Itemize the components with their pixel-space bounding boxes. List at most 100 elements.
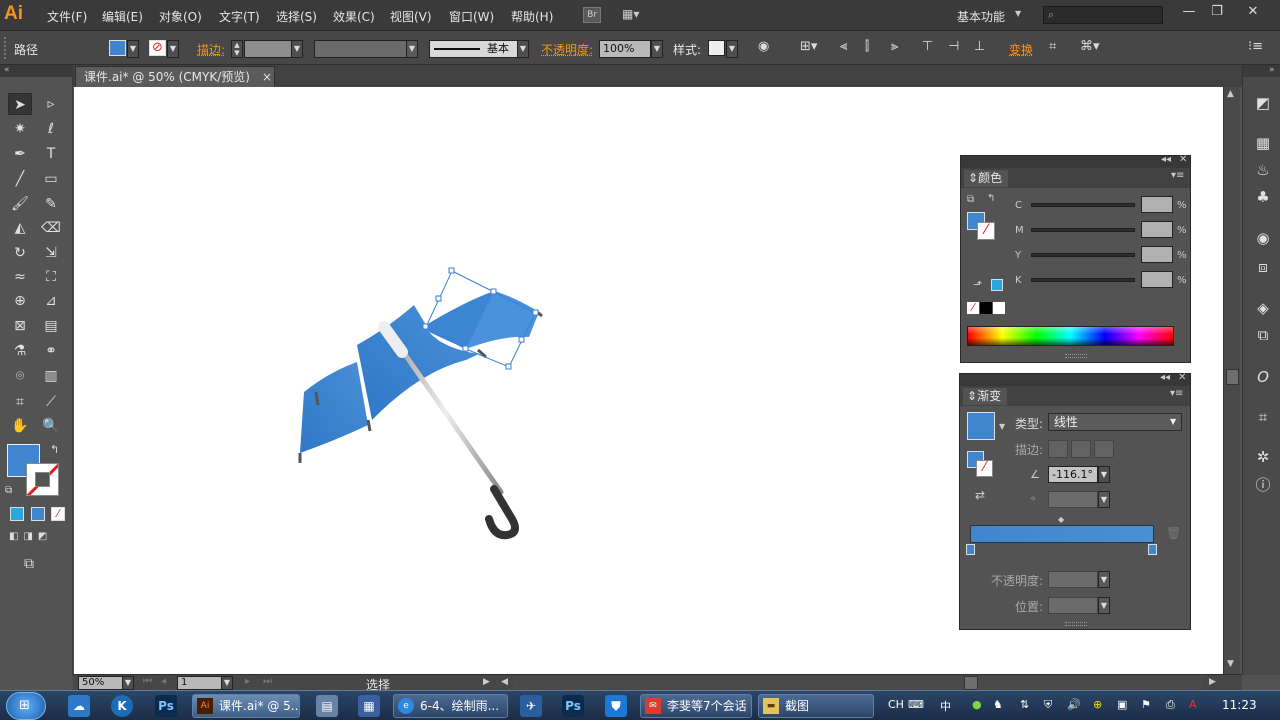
color-panel-resize-grip[interactable] <box>1065 354 1087 358</box>
panel-stroke-swatch[interactable]: ⁄ <box>977 222 995 240</box>
out-of-gamut-icon[interactable]: ⬏ <box>973 278 982 291</box>
gradient-mode-button[interactable] <box>31 507 45 521</box>
tray-network-icon[interactable]: ⇅ <box>1020 698 1029 711</box>
appearance-icon[interactable]: ◉ <box>1253 228 1273 248</box>
scroll-up-icon[interactable]: ▲ <box>1227 89 1234 99</box>
default-fill-stroke-icon[interactable]: ⧉ <box>5 485 12 496</box>
mesh-tool-icon[interactable]: ⊠ <box>8 315 32 337</box>
gradient-preview-swatch[interactable] <box>967 412 995 440</box>
document-tab[interactable]: 课件.ai* @ 50% (CMYK/预览) × <box>75 66 275 87</box>
menu-window[interactable]: 窗口(W) <box>449 8 494 25</box>
menu-type[interactable]: 文字(T) <box>219 8 260 25</box>
reverse-gradient-icon[interactable]: ⇄ <box>975 488 985 502</box>
aspect-ratio-field[interactable] <box>1048 491 1098 508</box>
symbol-sprayer-tool-icon[interactable]: ⌾ <box>8 365 32 387</box>
gradient-stroke-swatch[interactable]: ⁄ <box>976 460 993 477</box>
gradient-preset-dropdown-icon[interactable]: ▼ <box>999 422 1005 431</box>
isolate-object-icon[interactable]: ⌗ <box>1049 39 1056 54</box>
gradient-panel-resize-grip[interactable] <box>1065 622 1087 626</box>
tray-security-icon[interactable]: ⛨ <box>1044 698 1052 712</box>
taskbar-qq-window[interactable]: ✉ 李斐等7个会话 <box>640 694 752 718</box>
channel-y-value[interactable] <box>1141 246 1173 263</box>
graphic-styles-icon[interactable]: ⧈ <box>1253 257 1273 277</box>
column-graph-tool-icon[interactable]: ▥ <box>39 365 63 387</box>
taskbar-explorer-icon[interactable]: ▦ <box>358 695 380 717</box>
toolbox-collapse-icon[interactable]: « <box>0 65 73 77</box>
volume-icon[interactable]: 🔊 <box>1067 698 1081 711</box>
pencil-tool-icon[interactable]: ✎ <box>39 193 63 215</box>
default-colors-icon[interactable]: ⧉ <box>967 194 974 205</box>
gradient-tool-icon[interactable]: ▤ <box>39 315 63 337</box>
search-input[interactable]: ⌕ <box>1043 6 1163 24</box>
vertical-scroll-thumb[interactable] <box>1226 369 1239 385</box>
artboard-canvas[interactable]: ◂◂ ✕ ⇕颜色 ▾≡ ⧉ ↰ ⁄ C M Y K % % % % ⬏ ⁄ ◂◂… <box>74 87 1223 674</box>
tray-printer-icon[interactable]: ⎙ <box>1166 698 1175 712</box>
white-color-swatch[interactable] <box>993 302 1005 314</box>
width-tool-icon[interactable]: ≈ <box>8 266 32 288</box>
collapse-panel-icon[interactable]: ◂◂ <box>1161 154 1171 165</box>
stroke-label[interactable]: 描边: <box>197 41 225 58</box>
last-artboard-icon[interactable]: ⏭ <box>263 676 272 687</box>
variable-width-dropdown-icon[interactable]: ▼ <box>406 40 418 58</box>
start-button[interactable]: ⊞ <box>6 692 46 720</box>
next-artboard-icon[interactable]: ▸ <box>245 676 250 687</box>
slice-tool-icon[interactable]: ⟋ <box>39 391 63 413</box>
shape-builder-tool-icon[interactable]: ⊕ <box>8 290 32 312</box>
input-language[interactable]: CH <box>888 698 904 711</box>
stroke-across-button[interactable] <box>1094 440 1114 458</box>
stroke-weight-stepper[interactable]: ▲ ▼ <box>231 40 243 58</box>
taskbar-photoshop-icon[interactable]: Ps <box>155 695 177 717</box>
info-icon[interactable]: ⓘ <box>1253 475 1273 495</box>
panel-menu-icon[interactable]: ⁝≡ <box>1248 39 1263 54</box>
paintbrush-tool-icon[interactable]: 🖌 <box>8 193 32 215</box>
perspective-grid-tool-icon[interactable]: ⊿ <box>39 290 63 312</box>
channel-k-value[interactable] <box>1141 271 1173 288</box>
brush-dropdown-icon[interactable]: ▼ <box>517 40 529 58</box>
tray-qq-icon[interactable]: ♞ <box>993 698 1003 711</box>
scroll-left-icon[interactable]: ◀ <box>501 677 508 687</box>
type-tool-icon[interactable]: T <box>39 143 63 165</box>
menu-object[interactable]: 对象(O) <box>159 8 202 25</box>
tray-wechat-icon[interactable]: ● <box>972 698 982 711</box>
swatches-icon[interactable]: ▦ <box>1253 133 1273 153</box>
bridge-button[interactable]: Br <box>583 7 601 23</box>
workspace-chevron-icon[interactable]: ▼ <box>1015 9 1021 18</box>
menu-select[interactable]: 选择(S) <box>276 8 317 25</box>
align-bottom-icon[interactable]: ⊥ <box>974 39 985 54</box>
stroke-within-button[interactable] <box>1048 440 1068 458</box>
keyboard-icon[interactable]: ⌨ <box>908 698 924 711</box>
blend-tool-icon[interactable]: ⚭ <box>39 340 63 362</box>
taskbar-kugou-icon[interactable]: K <box>111 695 133 717</box>
previous-artboard-icon[interactable]: ◂ <box>161 676 166 687</box>
align-top-icon[interactable]: ⊤ <box>922 39 933 54</box>
stroke-none-swatch[interactable]: ⊘ <box>149 40 166 56</box>
artboard-number-field[interactable]: 1 <box>177 676 223 690</box>
scroll-right-icon[interactable]: ▶ <box>1209 677 1216 687</box>
color-panel-tab[interactable]: ⇕颜色 <box>964 170 1009 187</box>
transparency-icon[interactable]: O <box>1253 367 1273 387</box>
taskbar-illustrator-window[interactable]: Ai 课件.ai* @ 5... <box>192 694 300 718</box>
taskbar-notepad-icon[interactable]: ▤ <box>316 695 338 717</box>
first-artboard-icon[interactable]: ⏮ <box>143 676 152 687</box>
align-horizontal-center-icon[interactable]: ⫿ <box>865 39 869 54</box>
edit-group-icon[interactable]: ⌘▾ <box>1080 39 1100 54</box>
transform-label[interactable]: 变换 <box>1009 41 1033 58</box>
dock-expand-icon[interactable]: » <box>1243 65 1280 77</box>
status-menu-icon[interactable]: ▶ <box>483 677 490 687</box>
gradient-stop-end[interactable] <box>1148 544 1157 555</box>
swap-colors-icon[interactable]: ↰ <box>987 193 995 204</box>
direct-selection-tool-icon[interactable]: ▹ <box>39 93 63 115</box>
gradient-position-dropdown-icon[interactable]: ▼ <box>1098 597 1110 614</box>
symbols-icon[interactable]: ♣ <box>1253 187 1273 207</box>
gradient-opacity-dropdown-icon[interactable]: ▼ <box>1098 571 1110 588</box>
gradient-opacity-field[interactable] <box>1048 571 1098 588</box>
menu-help[interactable]: 帮助(H) <box>511 8 553 25</box>
align-to-selection-icon[interactable]: ⊞▾ <box>800 39 817 54</box>
lasso-tool-icon[interactable]: ℓ <box>39 118 63 140</box>
eraser-tool-icon[interactable]: ⌫ <box>39 217 63 239</box>
fill-swatch[interactable] <box>109 40 126 56</box>
color-panel-menu-icon[interactable]: ▾≡ <box>1171 170 1184 181</box>
zoom-dropdown-icon[interactable]: ▼ <box>122 676 134 690</box>
delete-stop-icon[interactable]: 🗑 <box>1166 526 1181 540</box>
stroke-dropdown-icon[interactable]: ▼ <box>167 40 179 58</box>
